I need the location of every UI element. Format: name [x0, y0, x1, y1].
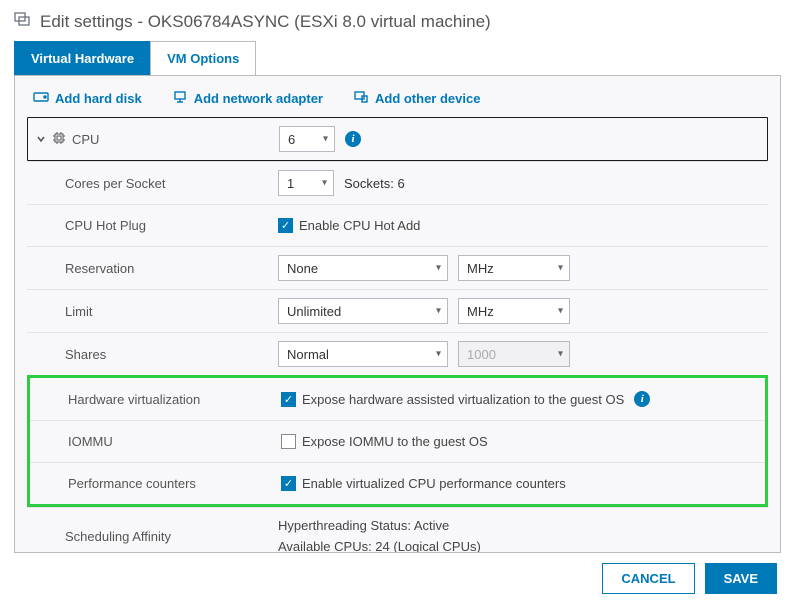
sched-status: Hyperthreading Status: Active Available … — [278, 516, 481, 552]
cores-select[interactable]: 1 ▾ — [278, 170, 334, 196]
chevron-down-icon: ▾ — [436, 349, 441, 360]
add-other-device-button[interactable]: Add other device — [353, 90, 480, 107]
cpu-count-select[interactable]: 6 ▾ — [279, 126, 335, 152]
cpu-hotplug-row: CPU Hot Plug ✓ Enable CPU Hot Add — [27, 204, 768, 246]
hw-virtualization-row: Hardware virtualization ✓ Expose hardwar… — [30, 378, 765, 420]
checkbox-checked-icon: ✓ — [281, 476, 296, 491]
chevron-down-icon: ▾ — [558, 263, 563, 274]
info-icon[interactable]: i — [345, 131, 361, 147]
iommu-checkbox[interactable]: Expose IOMMU to the guest OS — [281, 434, 488, 449]
checkbox-unchecked-icon — [281, 434, 296, 449]
settings-scroll[interactable]: Add hard disk Add network adapter Add ot… — [15, 76, 780, 552]
add-network-adapter-button[interactable]: Add network adapter — [172, 90, 323, 107]
reservation-select[interactable]: None ▾ — [278, 255, 448, 281]
disk-icon — [33, 90, 49, 107]
dialog-header: Edit settings - OKS06784ASYNC (ESXi 8.0 … — [0, 0, 795, 41]
tab-vm-options[interactable]: VM Options — [150, 41, 256, 75]
add-other-label: Add other device — [375, 91, 480, 106]
checkbox-checked-icon: ✓ — [281, 392, 296, 407]
limit-row: Limit Unlimited ▾ MHz ▾ — [27, 289, 768, 332]
add-net-label: Add network adapter — [194, 91, 323, 106]
iommu-label: IOMMU — [38, 434, 281, 449]
reservation-row: Reservation None ▾ MHz ▾ — [27, 246, 768, 289]
iommu-row: IOMMU Expose IOMMU to the guest OS — [30, 420, 765, 462]
chevron-down-icon: ▾ — [436, 263, 441, 274]
hwvirt-checkbox[interactable]: ✓ Expose hardware assisted virtualizatio… — [281, 392, 624, 407]
info-icon[interactable]: i — [634, 391, 650, 407]
chevron-down-icon: ▾ — [558, 306, 563, 317]
chevron-down-icon: ▾ — [322, 178, 327, 189]
add-hard-disk-button[interactable]: Add hard disk — [33, 90, 142, 107]
save-button[interactable]: SAVE — [705, 563, 777, 594]
cpu-section-header[interactable]: CPU 6 ▾ i — [27, 117, 768, 161]
highlight-annotation: Hardware virtualization ✓ Expose hardwar… — [27, 375, 768, 507]
hwvirt-label: Hardware virtualization — [38, 392, 281, 407]
cores-label: Cores per Socket — [35, 176, 278, 191]
network-icon — [172, 90, 188, 107]
perf-counters-row: Performance counters ✓ Enable virtualize… — [30, 462, 765, 504]
limit-unit-select[interactable]: MHz ▾ — [458, 298, 570, 324]
scheduling-affinity-row: Scheduling Affinity Hyperthreading Statu… — [27, 507, 768, 552]
chevron-down-icon: ▾ — [323, 134, 328, 145]
chevron-down-icon: ▾ — [436, 306, 441, 317]
dialog-title: Edit settings - OKS06784ASYNC (ESXi 8.0 … — [40, 12, 491, 32]
shares-row: Shares Normal ▾ 1000 ▾ — [27, 332, 768, 375]
shares-select[interactable]: Normal ▾ — [278, 341, 448, 367]
sockets-text: Sockets: 6 — [344, 176, 405, 191]
limit-label: Limit — [35, 304, 278, 319]
toolbar: Add hard disk Add network adapter Add ot… — [27, 86, 768, 117]
add-disk-label: Add hard disk — [55, 91, 142, 106]
limit-select[interactable]: Unlimited ▾ — [278, 298, 448, 324]
device-icon — [353, 90, 369, 107]
perf-label: Performance counters — [38, 476, 281, 491]
shares-value-input: 1000 ▾ — [458, 341, 570, 367]
vm-icon — [14, 10, 32, 33]
reservation-label: Reservation — [35, 261, 278, 276]
dialog-footer: CANCEL SAVE — [0, 553, 795, 604]
tab-virtual-hardware[interactable]: Virtual Hardware — [14, 41, 151, 75]
sched-label: Scheduling Affinity — [35, 529, 278, 544]
hotplug-checkbox[interactable]: ✓ Enable CPU Hot Add — [278, 218, 420, 233]
cores-per-socket-row: Cores per Socket 1 ▾ Sockets: 6 — [27, 161, 768, 204]
cpu-label: CPU — [72, 132, 99, 147]
chevron-down-icon — [36, 132, 46, 147]
cpu-icon — [52, 131, 66, 148]
tabs: Virtual Hardware VM Options — [0, 41, 795, 75]
hotplug-label: CPU Hot Plug — [35, 218, 278, 233]
chevron-down-icon: ▾ — [558, 349, 563, 360]
perf-checkbox[interactable]: ✓ Enable virtualized CPU performance cou… — [281, 476, 566, 491]
shares-label: Shares — [35, 347, 278, 362]
reservation-unit-select[interactable]: MHz ▾ — [458, 255, 570, 281]
checkbox-checked-icon: ✓ — [278, 218, 293, 233]
cancel-button[interactable]: CANCEL — [602, 563, 694, 594]
